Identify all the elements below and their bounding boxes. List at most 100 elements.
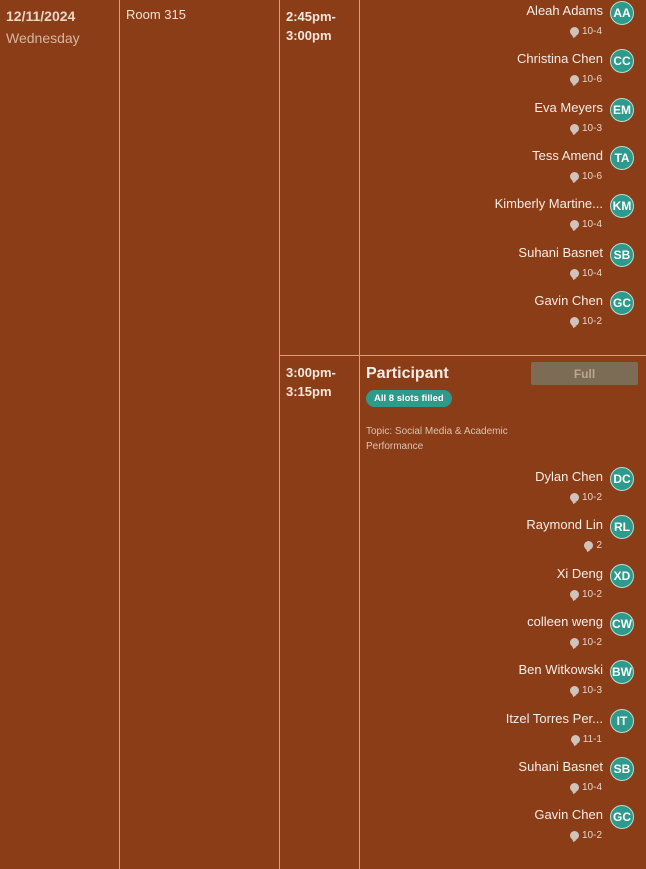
participant-grade: 10-2 — [569, 637, 602, 648]
avatar[interactable]: AA — [610, 1, 634, 25]
participant-name[interactable]: Ben Witkowski — [518, 662, 603, 677]
participant-row[interactable]: Christina Chen 10-6 CC — [354, 48, 634, 96]
participant-grade: 10-3 — [569, 685, 602, 697]
participant-name[interactable]: Gavin Chen — [534, 807, 603, 822]
participant-name[interactable]: colleen weng — [527, 614, 603, 629]
participant-row[interactable]: Ben Witkowski 10-3 BW — [354, 659, 634, 707]
avatar[interactable]: GC — [610, 290, 634, 315]
avatar[interactable]: SB — [610, 242, 634, 267]
participant-grade: 10-6 — [569, 74, 602, 85]
participant-grade: 10-3 — [569, 122, 602, 134]
room-label: Room 315 — [126, 7, 186, 22]
room-column: Room 315 — [120, 0, 280, 869]
grade-text: 10-2 — [581, 315, 602, 327]
participant-grade: 10-2 — [569, 588, 602, 600]
speech-bubble-icon — [570, 734, 580, 744]
time-end: 3:00pm — [286, 28, 332, 43]
participant-row[interactable]: Gavin Chen 10-2 GC — [354, 804, 634, 852]
participant-name[interactable]: Aleah Adams — [526, 3, 603, 18]
participant-row[interactable]: Suhani Basnet 10-4 SB — [354, 242, 634, 290]
participant-name[interactable]: Suhani Basnet — [518, 759, 603, 774]
grade-text: 10-4 — [581, 219, 602, 231]
participant-name[interactable]: Raymond Lin — [526, 517, 603, 532]
time-cell: 2:45pm- 3:00pm — [280, 0, 360, 355]
time-end: 3:15pm — [286, 384, 332, 399]
participant-grade: 10-4 — [569, 781, 602, 793]
weekday-label: Wednesday — [6, 30, 80, 46]
avatar[interactable]: DC — [610, 467, 634, 491]
grade-text: 10-2 — [581, 588, 602, 600]
time-label: 3:00pm- 3:15pm — [286, 363, 336, 401]
participant-grade: 2 — [584, 540, 602, 551]
avatar[interactable]: IT — [610, 708, 634, 733]
participant-grade: 11-1 — [570, 733, 602, 745]
grade-text: 2 — [596, 540, 602, 552]
grade-text: 10-2 — [581, 830, 602, 842]
participant-row[interactable]: Aleah Adams 10-4 AA — [354, 0, 634, 48]
participant-grade: 10-2 — [569, 830, 602, 842]
grade-text: 10-4 — [581, 267, 602, 279]
topic-text: Topic: Social Media & Academic Performan… — [366, 426, 508, 452]
participant-row[interactable]: colleen weng 10-2 CW — [354, 611, 634, 659]
participant-name[interactable]: Gavin Chen — [534, 293, 603, 308]
grade-text: 10-4 — [581, 781, 602, 793]
speech-bubble-icon — [569, 782, 579, 792]
grade-text: 10-6 — [581, 170, 602, 182]
avatar[interactable]: KM — [610, 194, 634, 219]
grade-text: 10-3 — [581, 685, 602, 697]
participant-name[interactable]: Tess Amend — [532, 148, 603, 163]
grade-text: 11-1 — [582, 733, 602, 745]
participant-grade: 10-6 — [569, 170, 602, 182]
participant-row[interactable]: Dylan Chen 10-2 DC — [354, 466, 634, 514]
participant-row[interactable]: Xi Deng 10-2 XD — [354, 563, 634, 611]
avatar[interactable]: GC — [610, 805, 634, 830]
speech-bubble-icon — [569, 493, 579, 502]
participant-name[interactable]: Suhani Basnet — [518, 245, 603, 260]
participant-name[interactable]: Xi Deng — [557, 566, 603, 581]
date-column: 12/11/2024 Wednesday — [0, 0, 120, 869]
avatar[interactable]: RL — [610, 515, 634, 540]
avatar[interactable]: XD — [610, 563, 634, 588]
date-label: 12/11/2024 — [6, 8, 76, 24]
avatar[interactable]: CW — [610, 611, 634, 636]
speech-bubble-icon — [569, 589, 579, 599]
speech-bubble-icon — [569, 27, 579, 36]
slot-cell: Participant Full All 8 slots filled Topi… — [360, 356, 646, 869]
avatar[interactable]: SB — [610, 756, 634, 781]
participant-row[interactable]: Itzel Torres Per... 11-1 IT — [354, 708, 634, 756]
speech-bubble-icon — [569, 268, 579, 278]
speech-bubble-icon — [569, 75, 579, 85]
participant-grade: 10-4 — [569, 219, 602, 231]
grade-text: 10-3 — [581, 122, 602, 134]
time-start: 3:00pm- — [286, 365, 336, 380]
speech-bubble-icon — [569, 686, 579, 696]
speech-bubble-icon — [569, 637, 579, 647]
time-cell: 3:00pm- 3:15pm — [280, 356, 360, 869]
participant-name[interactable]: Christina Chen — [517, 51, 603, 66]
time-start: 2:45pm- — [286, 9, 336, 24]
participant-row[interactable]: Suhani Basnet 10-4 SB — [354, 756, 634, 804]
participant-row[interactable]: Eva Meyers 10-3 EM — [354, 97, 634, 145]
speech-bubble-icon — [569, 831, 579, 841]
participant-name[interactable]: Itzel Torres Per... — [506, 711, 603, 726]
participant-row[interactable]: Kimberly Martine... 10-4 KM — [354, 193, 634, 241]
speech-bubble-icon — [569, 171, 579, 181]
participant-row[interactable]: Raymond Lin 2 RL — [354, 514, 634, 562]
avatar[interactable]: TA — [610, 145, 634, 170]
speech-bubble-icon — [569, 123, 579, 133]
avatar[interactable]: EM — [610, 97, 634, 122]
participant-grade: 10-2 — [569, 492, 602, 503]
avatar[interactable]: BW — [610, 660, 634, 685]
full-button[interactable]: Full — [531, 362, 638, 385]
speech-bubble-icon — [584, 541, 594, 551]
participant-name[interactable]: Dylan Chen — [535, 469, 603, 484]
participant-row[interactable]: Tess Amend 10-6 TA — [354, 145, 634, 193]
participant-name[interactable]: Eva Meyers — [534, 100, 603, 115]
participant-name[interactable]: Kimberly Martine... — [495, 196, 603, 211]
avatar[interactable]: CC — [610, 49, 634, 74]
grade-text: 10-2 — [581, 492, 602, 503]
participant-row[interactable]: Gavin Chen 10-2 GC — [354, 290, 634, 338]
participant-grade: 10-4 — [569, 267, 602, 279]
grade-text: 10-4 — [581, 26, 602, 37]
schedule-grid: 12/11/2024 Wednesday Room 315 2:45pm- 3:… — [0, 0, 646, 869]
